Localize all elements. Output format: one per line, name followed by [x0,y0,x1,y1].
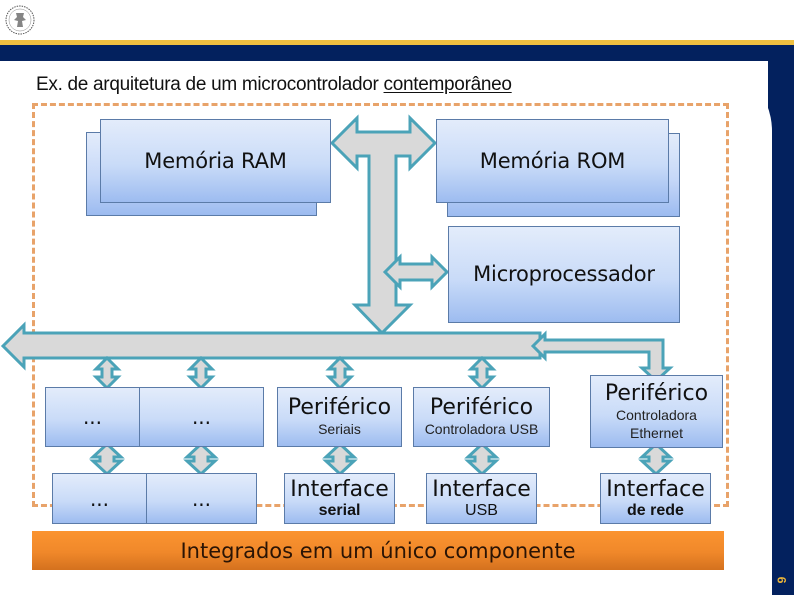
peripheral-usb-title: Periférico [429,395,534,421]
periph-interface-2-arrow [183,441,219,477]
interface-serial-box: Interface serial [284,473,395,524]
interface-serial-subtitle: serial [318,502,361,519]
bus-to-peripheral-1-arrow [92,355,122,391]
bus-to-peripheral-usb-arrow [467,355,497,391]
interface-box-2: ... [146,473,257,524]
interface-usb-title: Interface [432,477,531,502]
periph-interface-serial-arrow [322,441,358,477]
cpu-bus-arrow [382,253,450,291]
integrated-component-label: Integrados em um único componente [180,538,576,563]
memory-ram-box: Memória RAM [100,119,331,203]
interface-box-1: ... [52,473,147,524]
memory-rom-label: Memória ROM [479,148,626,173]
memory-rom-box: Memória ROM [436,119,669,203]
interface-network-title: Interface [606,477,705,502]
interface-2-label: ... [191,486,212,511]
peripheral-1-label: ... [82,405,103,429]
page-number: 9 [775,576,789,584]
peripheral-box-1: ... [45,387,140,447]
peripheral-serial-title: Periférico [287,395,392,421]
ethernet-bus-arrow [530,330,674,384]
peripheral-ethernet-title: Periférico [604,380,709,406]
peripheral-usb-box: Periférico Controladora USB [413,387,550,447]
main-system-bus [0,321,542,371]
peripheral-serial-box: Periférico Seriais [277,387,402,447]
periph-interface-usb-arrow [464,441,500,477]
peripheral-2-label: ... [191,405,212,429]
peripheral-ethernet-box: Periférico Controladora Ethernet [590,375,723,448]
ram-rom-bus-arrow [329,114,438,336]
interface-network-box: Interface de rede [600,473,711,524]
interface-network-subtitle: de rede [627,502,684,519]
integrated-component-bar: Integrados em um único componente [32,531,724,570]
interface-1-label: ... [89,486,110,511]
bus-to-peripheral-serial-arrow [325,355,355,391]
periph-interface-1-arrow [89,441,125,477]
interface-usb-subtitle: USB [465,502,498,519]
periph-interface-ethernet-arrow [638,441,674,477]
peripheral-usb-subtitle: Controladora USB [424,421,539,438]
peripheral-ethernet-subtitle: Controladora Ethernet [616,406,697,441]
peripheral-box-2: ... [139,387,264,447]
microprocessor-box: Microprocessador [448,226,680,323]
peripheral-serial-subtitle: Seriais [318,421,361,438]
interface-serial-title: Interface [290,477,389,502]
interface-usb-box: Interface USB [426,473,537,524]
memory-ram-label: Memória RAM [144,148,287,173]
bus-to-peripheral-2-arrow [186,355,216,391]
microprocessor-label: Microprocessador [473,262,655,287]
